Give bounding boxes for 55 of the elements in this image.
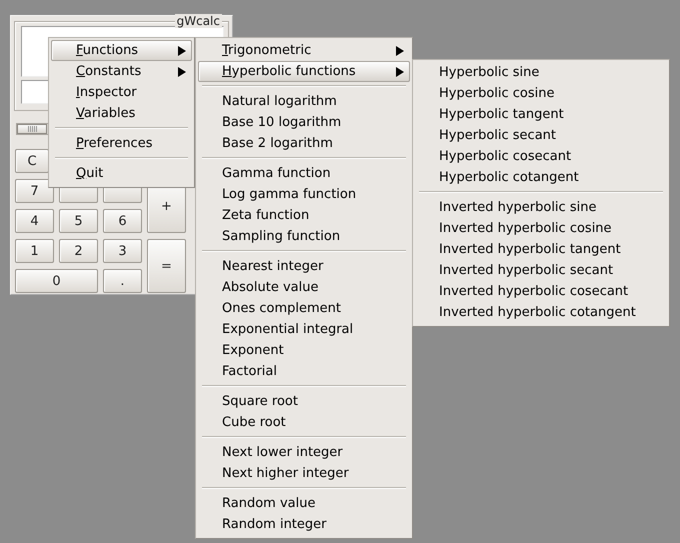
calculator-key[interactable]: 3 xyxy=(103,239,142,263)
menu-item[interactable]: Inverted hyperbolic cosecant xyxy=(415,281,667,302)
menu-item[interactable]: Hyperbolic tangent xyxy=(415,104,667,125)
menu-item[interactable]: Exponential integral xyxy=(198,319,410,340)
submenu-arrow-icon xyxy=(396,46,404,56)
menu-item[interactable]: Hyperbolic cotangent xyxy=(415,167,667,188)
menu-item[interactable]: Factorial xyxy=(198,361,410,382)
calculator-key[interactable]: 4 xyxy=(15,209,54,233)
menu-item[interactable]: Log gamma function xyxy=(198,184,410,205)
menu-item[interactable]: Inverted hyperbolic tangent xyxy=(415,239,667,260)
menu-item[interactable]: Ones complement xyxy=(198,298,410,319)
menu-item[interactable]: Base 10 logarithm xyxy=(198,112,410,133)
menu-item[interactable]: Gamma function xyxy=(198,163,410,184)
slider-thumb[interactable] xyxy=(17,124,47,134)
menu-item[interactable]: Functions xyxy=(51,40,192,61)
menu-item[interactable]: Exponent xyxy=(198,340,410,361)
calculator-key[interactable]: 7 xyxy=(15,179,54,203)
menu-item[interactable]: Hyperbolic cosine xyxy=(415,83,667,104)
submenu-arrow-icon xyxy=(178,46,186,56)
menu-item[interactable]: Hyperbolic sine xyxy=(415,62,667,83)
calculator-key[interactable]: 5 xyxy=(59,209,98,233)
menu-item[interactable]: Trigonometric xyxy=(198,40,410,61)
menu-item[interactable]: Natural logarithm xyxy=(198,91,410,112)
calculator-key[interactable]: 0 xyxy=(15,269,98,293)
menu-item[interactable]: Sampling function xyxy=(198,226,410,247)
calculator-key[interactable]: 6 xyxy=(103,209,142,233)
calculator-key[interactable]: 1 xyxy=(15,239,54,263)
calculator-key[interactable]: = xyxy=(147,239,186,293)
menu-item[interactable]: Preferences xyxy=(51,133,192,154)
menu-item[interactable]: Inspector xyxy=(51,82,192,103)
menu-item[interactable]: Random value xyxy=(198,493,410,514)
menu-item[interactable]: Square root xyxy=(198,391,410,412)
menu-item[interactable]: Next higher integer xyxy=(198,463,410,484)
window-title: gWcalc xyxy=(174,14,222,28)
menu-item[interactable]: Constants xyxy=(51,61,192,82)
menu-item[interactable]: Nearest integer xyxy=(198,256,410,277)
menu-item[interactable]: Zeta function xyxy=(198,205,410,226)
menu-item[interactable]: Next lower integer xyxy=(198,442,410,463)
calculator-key[interactable]: 2 xyxy=(59,239,98,263)
menu-item[interactable]: Hyperbolic secant xyxy=(415,125,667,146)
menu-item[interactable]: Inverted hyperbolic sine xyxy=(415,197,667,218)
calculator-key[interactable]: . xyxy=(103,269,142,293)
menu-item[interactable]: Cube root xyxy=(198,412,410,433)
submenu-arrow-icon xyxy=(396,66,404,76)
menu-item[interactable]: Hyperbolic functions xyxy=(198,61,410,82)
calculator-key[interactable]: C xyxy=(15,149,49,173)
menu-item[interactable]: Inverted hyperbolic cosine xyxy=(415,218,667,239)
menu-item[interactable]: Absolute value xyxy=(198,277,410,298)
menu-item[interactable]: Inverted hyperbolic cotangent xyxy=(415,302,667,323)
submenu-arrow-icon xyxy=(178,66,186,76)
menu-item[interactable]: Base 2 logarithm xyxy=(198,133,410,154)
menu-item[interactable]: Hyperbolic cosecant xyxy=(415,146,667,167)
menu-item[interactable]: Variables xyxy=(51,103,192,124)
menu-item[interactable]: Random integer xyxy=(198,514,410,535)
menu-item[interactable]: Inverted hyperbolic secant xyxy=(415,260,667,281)
